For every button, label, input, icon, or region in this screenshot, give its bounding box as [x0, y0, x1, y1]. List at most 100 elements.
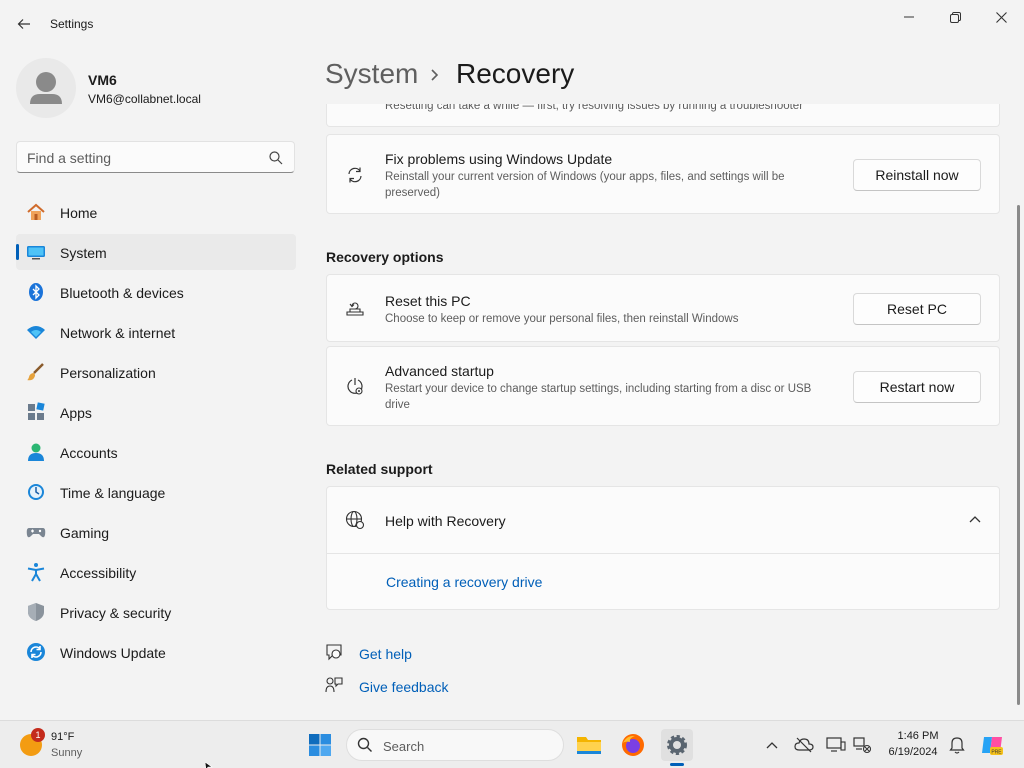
fix-problems-card: Fix problems using Windows Update Reinst…	[326, 134, 1000, 214]
sidebar-item-personalization[interactable]: Personalization	[16, 354, 296, 390]
sidebar-item-label: Gaming	[60, 525, 110, 541]
avatar[interactable]	[16, 58, 76, 118]
help-with-recovery-card: Help with Recovery Creating a recovery d…	[326, 486, 1000, 610]
sidebar-item-bluetooth[interactable]: Bluetooth & devices	[16, 274, 296, 310]
accounts-icon	[26, 442, 46, 462]
weather-badge: 1	[31, 728, 45, 742]
restore-icon	[949, 11, 961, 23]
update-icon	[26, 642, 46, 662]
app-title: Settings	[50, 17, 94, 31]
active-app-indicator	[670, 763, 684, 766]
apps-icon	[26, 402, 46, 422]
settings-app-button[interactable]	[661, 729, 693, 761]
sidebar-nav: Home System Bluetooth & devices Network …	[16, 194, 296, 674]
breadcrumb-parent[interactable]: System	[325, 58, 418, 90]
taskbar-time[interactable]: 1:46 PM	[890, 730, 946, 742]
shield-icon	[26, 602, 46, 622]
svg-text:PRE: PRE	[991, 750, 1002, 756]
chevron-up-icon	[766, 742, 778, 749]
sidebar-item-label: Privacy & security	[60, 605, 172, 621]
find-setting-input[interactable]	[27, 148, 267, 168]
clock-globe-icon	[26, 482, 46, 502]
bluetooth-icon	[26, 282, 46, 302]
find-setting-box[interactable]	[16, 141, 295, 173]
network-tray-button[interactable]	[852, 735, 872, 755]
card-description: Reinstall your current version of Window…	[385, 171, 785, 199]
onedrive-tray-button[interactable]	[794, 735, 814, 755]
chevron-up-icon[interactable]	[969, 515, 981, 523]
content-scrollbar[interactable]	[1017, 205, 1020, 705]
wifi-icon	[26, 322, 46, 342]
sidebar-item-label: Bluetooth & devices	[60, 285, 184, 301]
sidebar-item-label: Windows Update	[60, 645, 166, 661]
accessibility-icon	[26, 562, 46, 582]
get-help-link[interactable]: Get help	[359, 646, 412, 662]
restart-now-button[interactable]: Restart now	[853, 371, 981, 403]
profile-email: VM6@collabnet.local	[88, 92, 201, 106]
monitor-icon	[826, 737, 846, 752]
chevron-right-icon	[431, 69, 439, 81]
restore-button[interactable]	[932, 6, 978, 28]
sidebar-item-label: System	[60, 245, 107, 261]
sidebar-item-privacy-security[interactable]: Privacy & security	[16, 594, 296, 630]
sidebar-item-accounts[interactable]: Accounts	[16, 434, 296, 470]
sidebar-item-accessibility[interactable]: Accessibility	[16, 554, 296, 590]
sidebar-item-home[interactable]: Home	[16, 194, 296, 230]
reset-pc-button[interactable]: Reset PC	[853, 293, 981, 325]
display-tray-button[interactable]	[826, 735, 846, 755]
sidebar-item-windows-update[interactable]: Windows Update	[16, 634, 296, 670]
help-with-recovery-header[interactable]: Help with Recovery	[327, 487, 999, 554]
reinstall-now-button[interactable]: Reinstall now	[853, 159, 981, 191]
sidebar-item-label: Home	[60, 205, 98, 221]
card-title: Fix problems using Windows Update	[385, 151, 613, 167]
recovery-options-heading: Recovery options	[326, 249, 444, 265]
get-help-icon	[326, 644, 342, 661]
sidebar-item-label: Apps	[60, 405, 92, 421]
firefox-icon	[622, 734, 644, 756]
give-feedback-link[interactable]: Give feedback	[359, 679, 449, 695]
mouse-cursor-icon	[205, 762, 213, 768]
windows-start-icon[interactable]	[308, 733, 332, 757]
home-icon	[26, 202, 46, 222]
card-title: Reset this PC	[385, 293, 471, 309]
related-support-heading: Related support	[326, 461, 433, 477]
gamepad-icon	[26, 522, 46, 542]
sidebar-item-apps[interactable]: Apps	[16, 394, 296, 430]
taskbar-search[interactable]: Search	[346, 729, 564, 761]
refresh-icon	[348, 167, 362, 183]
weather-condition[interactable]: Sunny	[51, 747, 82, 759]
bell-icon	[949, 737, 965, 754]
file-explorer-button[interactable]	[573, 729, 605, 761]
sidebar-item-time-language[interactable]: Time & language	[16, 474, 296, 510]
back-button[interactable]	[10, 10, 38, 38]
globe-help-icon	[345, 510, 365, 530]
sidebar-item-network[interactable]: Network & internet	[16, 314, 296, 350]
sidebar-item-system[interactable]: System	[16, 234, 296, 270]
taskbar-date[interactable]: 6/19/2024	[880, 746, 946, 758]
show-hidden-icons-button[interactable]	[762, 735, 782, 755]
firefox-button[interactable]	[617, 729, 649, 761]
close-icon	[995, 11, 1007, 23]
copilot-button[interactable]: PRE	[980, 733, 1004, 757]
weather-temperature[interactable]: 91°F	[51, 731, 74, 743]
card-title: Advanced startup	[385, 363, 494, 379]
user-avatar-icon	[30, 72, 62, 104]
scroll-clip	[300, 92, 1024, 104]
notifications-button[interactable]	[947, 735, 967, 755]
sidebar-item-label: Accounts	[60, 445, 118, 461]
search-icon[interactable]	[268, 150, 284, 166]
breadcrumb-separator	[430, 66, 440, 87]
taskbar: 1 91°F Sunny Search 1:46 PM 6/19/2024 PR…	[0, 720, 1024, 768]
sidebar-item-gaming[interactable]: Gaming	[16, 514, 296, 550]
search-icon	[357, 737, 372, 752]
minimize-button[interactable]	[886, 6, 932, 28]
arrow-left-icon	[17, 19, 30, 29]
creating-recovery-drive-link[interactable]: Creating a recovery drive	[386, 574, 542, 590]
copilot-icon: PRE	[982, 737, 1003, 756]
title-bar: Settings	[0, 0, 1024, 48]
card-description: Restart your device to change startup se…	[385, 383, 812, 411]
network-disconnected-icon	[853, 737, 872, 754]
advanced-startup-icon	[347, 378, 363, 395]
close-button[interactable]	[978, 6, 1024, 28]
minimize-icon	[904, 16, 914, 18]
